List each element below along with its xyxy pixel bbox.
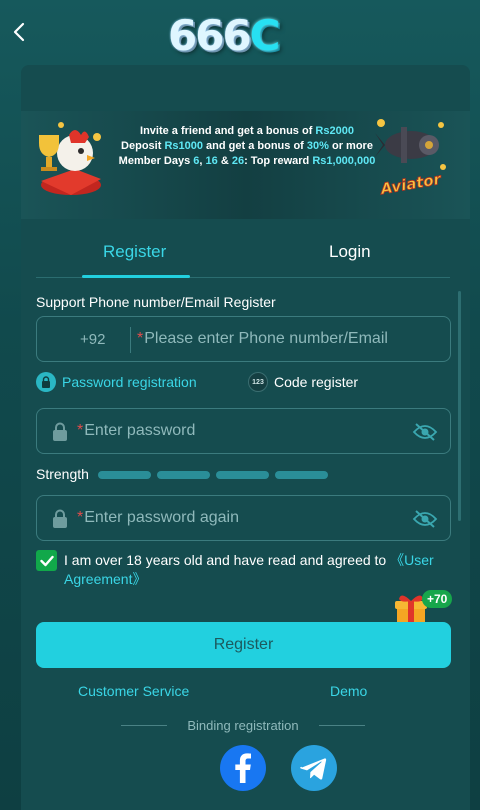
banner-sep-2: & [217,155,232,167]
facebook-icon [235,753,251,783]
aviator-badge: Aviator [378,170,443,199]
logo-number: 666 [168,10,252,60]
password-placeholder: *Enter password [77,422,195,440]
customer-service-link[interactable]: Customer Service [78,683,189,699]
deposit-percent: 30% [306,140,329,152]
scrollbar[interactable] [458,291,461,521]
agreement-text: I am over 18 years old and have read and… [64,551,454,589]
member-day-2: 16 [205,155,218,167]
binding-registration: Binding registration [121,717,365,733]
tab-register[interactable]: Register [103,242,166,262]
promo-banner[interactable]: Invite a friend and get a bonus of Rs200… [21,111,470,219]
gift-reward[interactable]: +70 [394,588,460,626]
code-register-label: Code register [274,374,359,390]
banner-text: Invite a friend and get a bonus of Rs200… [97,124,397,169]
code-123-icon: 123 [248,372,268,392]
tab-login[interactable]: Login [329,242,371,262]
phone-email-field[interactable]: +92 *Please enter Phone number/Email [36,316,451,362]
agreement-checkbox[interactable] [36,550,57,571]
register-card: Invite a friend and get a bonus of Rs200… [21,65,470,810]
banner-line2-c: or more [328,140,373,152]
top-bar: 666 C [0,0,480,64]
back-button[interactable] [8,18,32,46]
password-strength: Strength [36,466,451,482]
field-divider [130,327,131,353]
required-mark: * [77,509,84,526]
banner-line2-a: Deposit [121,140,165,152]
aviator-plane-icon: Aviator [375,119,446,199]
eye-off-icon[interactable] [412,422,438,442]
password-placeholder-text: Enter password [84,422,196,439]
banner-line3-b: : Top reward [244,155,313,167]
active-tab-indicator [82,275,190,278]
deposit-amount: Rs1000 [164,140,203,152]
auth-tabs: Register Login [36,228,450,278]
password-again-placeholder-text: Enter password again [84,509,239,526]
top-reward: Rs1,000,000 [312,155,376,167]
required-mark: * [77,422,84,439]
password-field[interactable]: *Enter password [36,408,451,454]
code-register-option[interactable]: 123 Code register [248,372,358,392]
telegram-button[interactable] [291,745,337,791]
binding-registration-label: Binding registration [187,718,299,733]
chevron-left-icon [13,22,25,42]
divider [319,725,365,726]
strength-label: Strength [36,466,89,482]
logo-letter: C [249,10,281,60]
strength-segment [216,471,269,479]
demo-link[interactable]: Demo [330,683,367,699]
password-registration-label: Password registration [62,374,197,390]
gift-badge: +70 [422,590,453,608]
banner-line3-a: Member Days [118,155,194,167]
agreement-label: I am over 18 years old and have read and… [64,552,391,568]
phone-email-placeholder: *Please enter Phone number/Email [137,330,388,348]
eye-off-icon[interactable] [412,509,438,529]
facebook-button[interactable] [220,745,266,791]
brand-logo: 666 C [168,10,298,60]
member-day-3: 26 [231,155,245,167]
password-registration-option[interactable]: Password registration [36,372,197,392]
required-mark: * [137,330,144,347]
strength-segment [157,471,210,479]
country-code[interactable]: +92 [80,331,105,348]
strength-segment [275,471,328,479]
strength-segment [98,471,151,479]
banner-line1: Invite a friend and get a bonus of [140,125,316,137]
telegram-icon [300,758,327,780]
register-button[interactable]: Register [36,622,451,668]
phone-placeholder-text: Please enter Phone number/Email [144,330,388,347]
lock-icon [53,422,67,441]
lock-circle-icon [36,372,56,392]
banner-line2-b: and get a bonus of [203,140,307,152]
password-again-placeholder: *Enter password again [77,509,239,527]
password-again-field[interactable]: *Enter password again [36,495,451,541]
lock-icon [53,509,67,528]
register-section-title: Support Phone number/Email Register [36,294,276,310]
register-mode-row: Password registration 123 Code register [36,372,451,396]
divider [121,725,167,726]
checkmark-icon [39,555,54,566]
invite-bonus: Rs2000 [315,125,354,137]
